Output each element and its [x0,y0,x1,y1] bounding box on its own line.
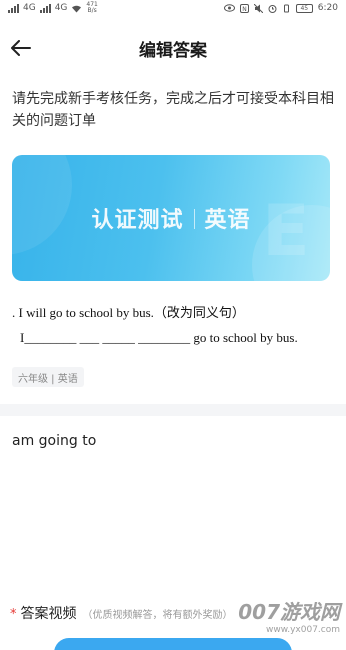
watermark-main: 007游戏网 [238,600,340,624]
watermark-url: www.yx007.com [265,625,340,635]
notice-text: 请先完成新手考核任务，完成之后才可接受本科目相关的问题订单 [12,91,334,129]
answer-video-hint: （优质视频解答，将有额外奖励） [82,610,233,621]
signal-icon-2 [39,3,51,13]
site-watermark: 007游戏网 www.yx007.com [238,596,340,635]
certification-banner: E 认证测试 英语 [12,155,330,281]
vibrate-icon [283,4,289,12]
mute-icon [253,3,263,13]
question-sentence: I________ ___ _____ ________ go to schoo… [20,330,298,345]
answer-video-section: * 答案视频 （优质视频解答，将有额外奖励） [10,603,233,623]
status-bar: 4G 4G 471 B/s N 45 6:20 [0,0,346,16]
clock: 6:20 [317,3,338,13]
question-prompt: . I will go to school by bus.（改为同义句） [12,305,245,320]
submit-button[interactable] [54,638,292,650]
svg-text:N: N [242,6,247,13]
answer-input[interactable]: am going to [12,433,96,449]
network-label-right: 4G [54,3,68,13]
network-label-left: 4G [23,3,36,13]
grade-subject-tag: 六年级 | 英语 [12,367,84,387]
banner-right-text: 英语 [204,208,251,233]
answer-video-label: 答案视频 [20,606,77,622]
eye-icon [223,4,235,12]
battery-level: 45 [300,4,309,12]
status-left: 4G 4G 471 B/s [8,2,98,14]
banner-separator [193,209,195,229]
required-mark: * [10,607,17,622]
banner-left-text: 认证测试 [91,208,184,233]
alarm-icon [268,4,277,13]
nfc-icon: N [239,3,249,13]
banner-title: 认证测试 英语 [12,202,330,234]
battery-icon: 45 [295,3,313,13]
signal-icon [8,3,19,13]
section-divider [0,404,346,416]
status-right: N 45 6:20 [223,3,338,13]
header: 编辑答案 [0,28,346,68]
speed-unit: B/s [87,7,97,14]
wifi-icon [72,5,82,12]
page-title: 编辑答案 [139,41,207,61]
network-speed: 471 B/s [86,2,97,14]
